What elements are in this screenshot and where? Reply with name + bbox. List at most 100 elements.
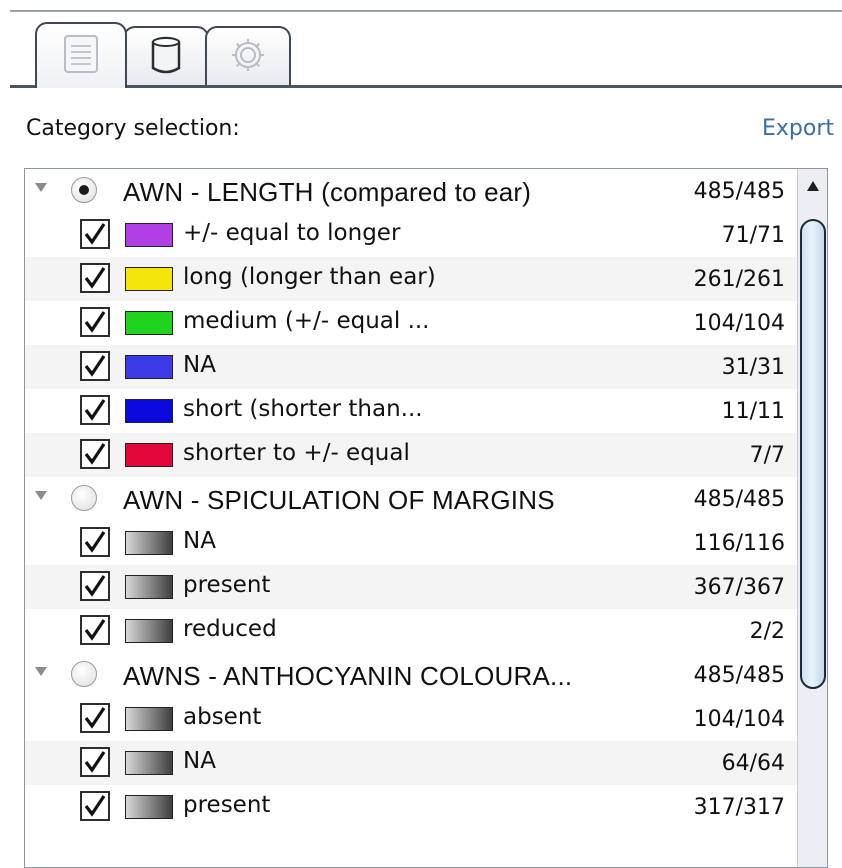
color-swatch[interactable]: [125, 707, 173, 731]
scroll-up-button[interactable]: [798, 169, 827, 203]
item-count: 11/11: [721, 399, 785, 424]
checkmark-icon: [84, 267, 106, 289]
item-count: 116/116: [693, 531, 785, 556]
category-item-row[interactable]: present 367/367: [25, 565, 799, 609]
item-count: 261/261: [693, 267, 785, 292]
item-checkbox[interactable]: [80, 439, 110, 469]
tab-strip: [10, 22, 842, 88]
checkmark-icon: [84, 619, 106, 641]
item-name: long (longer than ear): [183, 264, 436, 290]
tab-categories[interactable]: [35, 22, 127, 88]
tab-database[interactable]: [123, 26, 209, 85]
category-item-row[interactable]: present 317/317: [25, 785, 799, 829]
color-swatch[interactable]: [125, 795, 173, 819]
item-count: 104/104: [693, 707, 785, 732]
category-item-row[interactable]: NA 116/116: [25, 521, 799, 565]
item-name: present: [183, 572, 271, 598]
item-name: medium (+/- equal ...: [183, 308, 430, 334]
category-group-row[interactable]: AWNS - ANTHOCYANIN COLOURA... 485/485: [25, 653, 799, 697]
item-checkbox[interactable]: [80, 219, 110, 249]
group-count: 485/485: [693, 663, 785, 688]
item-checkbox[interactable]: [80, 263, 110, 293]
item-name: absent: [183, 704, 262, 730]
category-header: Category selection: Export: [26, 114, 834, 148]
arrow-up-icon: [806, 181, 819, 191]
category-group-row[interactable]: AWN - LENGTH (compared to ear) 485/485: [25, 169, 799, 213]
checkmark-icon: [84, 751, 106, 773]
tab-underline: [10, 85, 842, 88]
expand-triangle-icon[interactable]: [35, 491, 47, 500]
item-checkbox[interactable]: [80, 747, 110, 777]
item-count: 367/367: [693, 575, 785, 600]
item-count: 64/64: [721, 751, 785, 776]
item-name: present: [183, 792, 271, 818]
item-count: 104/104: [693, 311, 785, 336]
color-swatch[interactable]: [125, 531, 173, 555]
group-radio-button[interactable]: [71, 661, 97, 687]
color-swatch[interactable]: [125, 443, 173, 467]
checkmark-icon: [84, 707, 106, 729]
category-item-row[interactable]: long (longer than ear) 261/261: [25, 257, 799, 301]
group-count: 485/485: [693, 487, 785, 512]
category-item-row[interactable]: +/- equal to longer 71/71: [25, 213, 799, 257]
checkmark-icon: [84, 399, 106, 421]
tab-settings[interactable]: [205, 26, 291, 85]
checkmark-icon: [84, 355, 106, 377]
item-checkbox[interactable]: [80, 703, 110, 733]
item-count: 2/2: [749, 619, 785, 644]
category-rows: AWN - LENGTH (compared to ear) 485/485 +/-…: [25, 169, 799, 829]
category-item-row[interactable]: NA 31/31: [25, 345, 799, 389]
item-checkbox[interactable]: [80, 791, 110, 821]
scroll-thumb[interactable]: [800, 219, 826, 689]
category-list[interactable]: AWN - LENGTH (compared to ear) 485/485 +/-…: [24, 168, 828, 868]
item-checkbox[interactable]: [80, 307, 110, 337]
checkmark-icon: [84, 223, 106, 245]
list-icon: [63, 34, 99, 78]
group-count: 485/485: [693, 179, 785, 204]
item-name: +/- equal to longer: [183, 220, 401, 246]
group-name: AWNS - ANTHOCYANIN COLOURA...: [123, 661, 573, 691]
color-swatch[interactable]: [125, 619, 173, 643]
export-link[interactable]: Export: [762, 116, 834, 141]
expand-triangle-icon[interactable]: [35, 183, 47, 192]
item-count: 7/7: [749, 443, 785, 468]
category-item-row[interactable]: medium (+/- equal ... 104/104: [25, 301, 799, 345]
group-name: AWN - LENGTH (compared to ear): [123, 177, 532, 207]
group-radio-button[interactable]: [71, 485, 97, 511]
color-swatch[interactable]: [125, 575, 173, 599]
item-name: NA: [183, 528, 216, 554]
color-swatch[interactable]: [125, 223, 173, 247]
group-name: AWN - SPICULATION OF MARGINS: [123, 485, 555, 515]
top-divider: [10, 10, 842, 12]
color-swatch[interactable]: [125, 267, 173, 291]
database-icon: [150, 35, 182, 79]
checkmark-icon: [84, 311, 106, 333]
item-name: NA: [183, 748, 216, 774]
scrollbar[interactable]: [797, 169, 827, 867]
item-name: reduced: [183, 616, 277, 642]
item-checkbox[interactable]: [80, 527, 110, 557]
color-swatch[interactable]: [125, 399, 173, 423]
item-checkbox[interactable]: [80, 571, 110, 601]
item-checkbox[interactable]: [80, 395, 110, 425]
category-item-row[interactable]: short (shorter than... 11/11: [25, 389, 799, 433]
item-checkbox[interactable]: [80, 351, 110, 381]
group-radio-button[interactable]: [71, 177, 97, 203]
color-swatch[interactable]: [125, 311, 173, 335]
expand-triangle-icon[interactable]: [35, 667, 47, 676]
category-item-row[interactable]: NA 64/64: [25, 741, 799, 785]
checkmark-icon: [84, 531, 106, 553]
item-count: 31/31: [721, 355, 785, 380]
category-group-row[interactable]: AWN - SPICULATION OF MARGINS 485/485: [25, 477, 799, 521]
category-item-row[interactable]: reduced 2/2: [25, 609, 799, 653]
checkmark-icon: [84, 443, 106, 465]
item-name: NA: [183, 352, 216, 378]
color-swatch[interactable]: [125, 751, 173, 775]
item-checkbox[interactable]: [80, 615, 110, 645]
color-swatch[interactable]: [125, 355, 173, 379]
checkmark-icon: [84, 795, 106, 817]
category-item-row[interactable]: absent 104/104: [25, 697, 799, 741]
category-item-row[interactable]: shorter to +/- equal 7/7: [25, 433, 799, 477]
gear-icon: [228, 35, 268, 79]
item-name: shorter to +/- equal: [183, 440, 410, 466]
